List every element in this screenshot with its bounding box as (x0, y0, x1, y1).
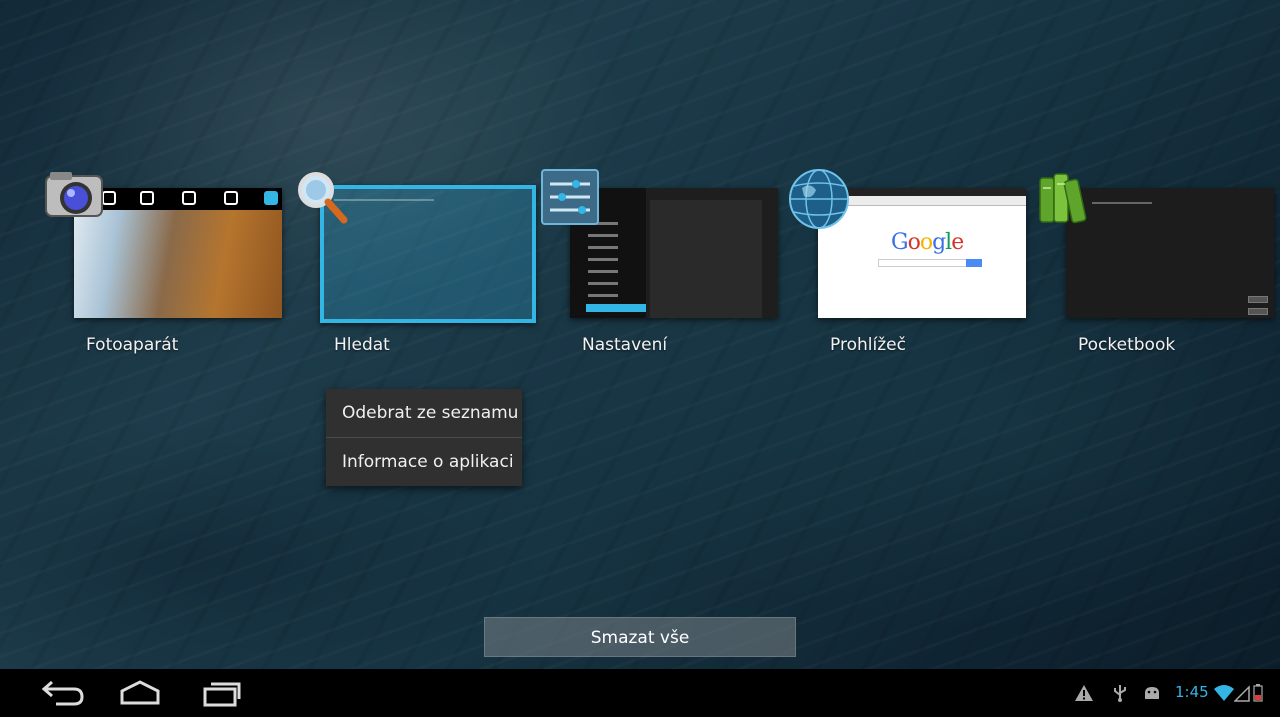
battery-icon (1253, 683, 1273, 703)
google-logo: Google (891, 230, 964, 255)
app-thumbnail[interactable] (1066, 188, 1274, 318)
camera-toolbar (74, 188, 282, 210)
system-navigation-bar: 1:45 (0, 669, 1280, 717)
context-menu: Odebrat ze seznamu Informace o aplikaci (326, 389, 522, 486)
app-thumbnail[interactable] (74, 188, 282, 318)
menu-item-remove-from-list[interactable]: Odebrat ze seznamu (326, 389, 522, 437)
app-label: Fotoaparát (86, 335, 179, 355)
pocketbook-screen (1066, 188, 1274, 318)
warning-icon (1074, 683, 1094, 703)
back-button[interactable] (34, 677, 90, 709)
back-icon (41, 680, 84, 706)
status-clock: 1:45 (1175, 683, 1209, 701)
camera-preview (74, 210, 282, 318)
app-label: Nastavení (582, 335, 668, 355)
settings-icon (540, 168, 600, 225)
clear-all-button[interactable]: Smazat vše (484, 617, 796, 657)
wifi-icon (1213, 683, 1234, 703)
usb-icon (1110, 683, 1130, 703)
app-thumbnail[interactable] (320, 185, 536, 323)
settings-detail (650, 200, 762, 318)
camera-icon (44, 168, 104, 224)
android-debug-icon (1142, 683, 1162, 703)
recent-apps-icon (203, 682, 241, 707)
app-label: Prohlížeč (830, 335, 906, 355)
app-thumbnail[interactable] (570, 188, 778, 318)
recent-app-search[interactable]: Hledat (292, 168, 536, 368)
app-label: Hledat (334, 335, 390, 355)
app-label: Pocketbook (1078, 335, 1176, 355)
globe-icon (788, 168, 849, 229)
books-icon (1036, 168, 1096, 224)
signal-icon (1233, 683, 1254, 703)
recent-apps-button[interactable] (193, 677, 249, 709)
menu-item-app-info[interactable]: Informace o aplikaci (326, 438, 522, 486)
recent-app-settings[interactable]: Nastavení (540, 168, 780, 368)
recent-app-pocketbook[interactable]: Pocketbook (1036, 168, 1276, 368)
recent-app-browser[interactable]: Google Prohlížeč (788, 168, 1028, 368)
home-button[interactable] (112, 677, 168, 709)
search-icon (292, 168, 352, 224)
home-icon (120, 680, 160, 705)
recent-app-camera[interactable]: Fotoaparát (44, 168, 284, 368)
